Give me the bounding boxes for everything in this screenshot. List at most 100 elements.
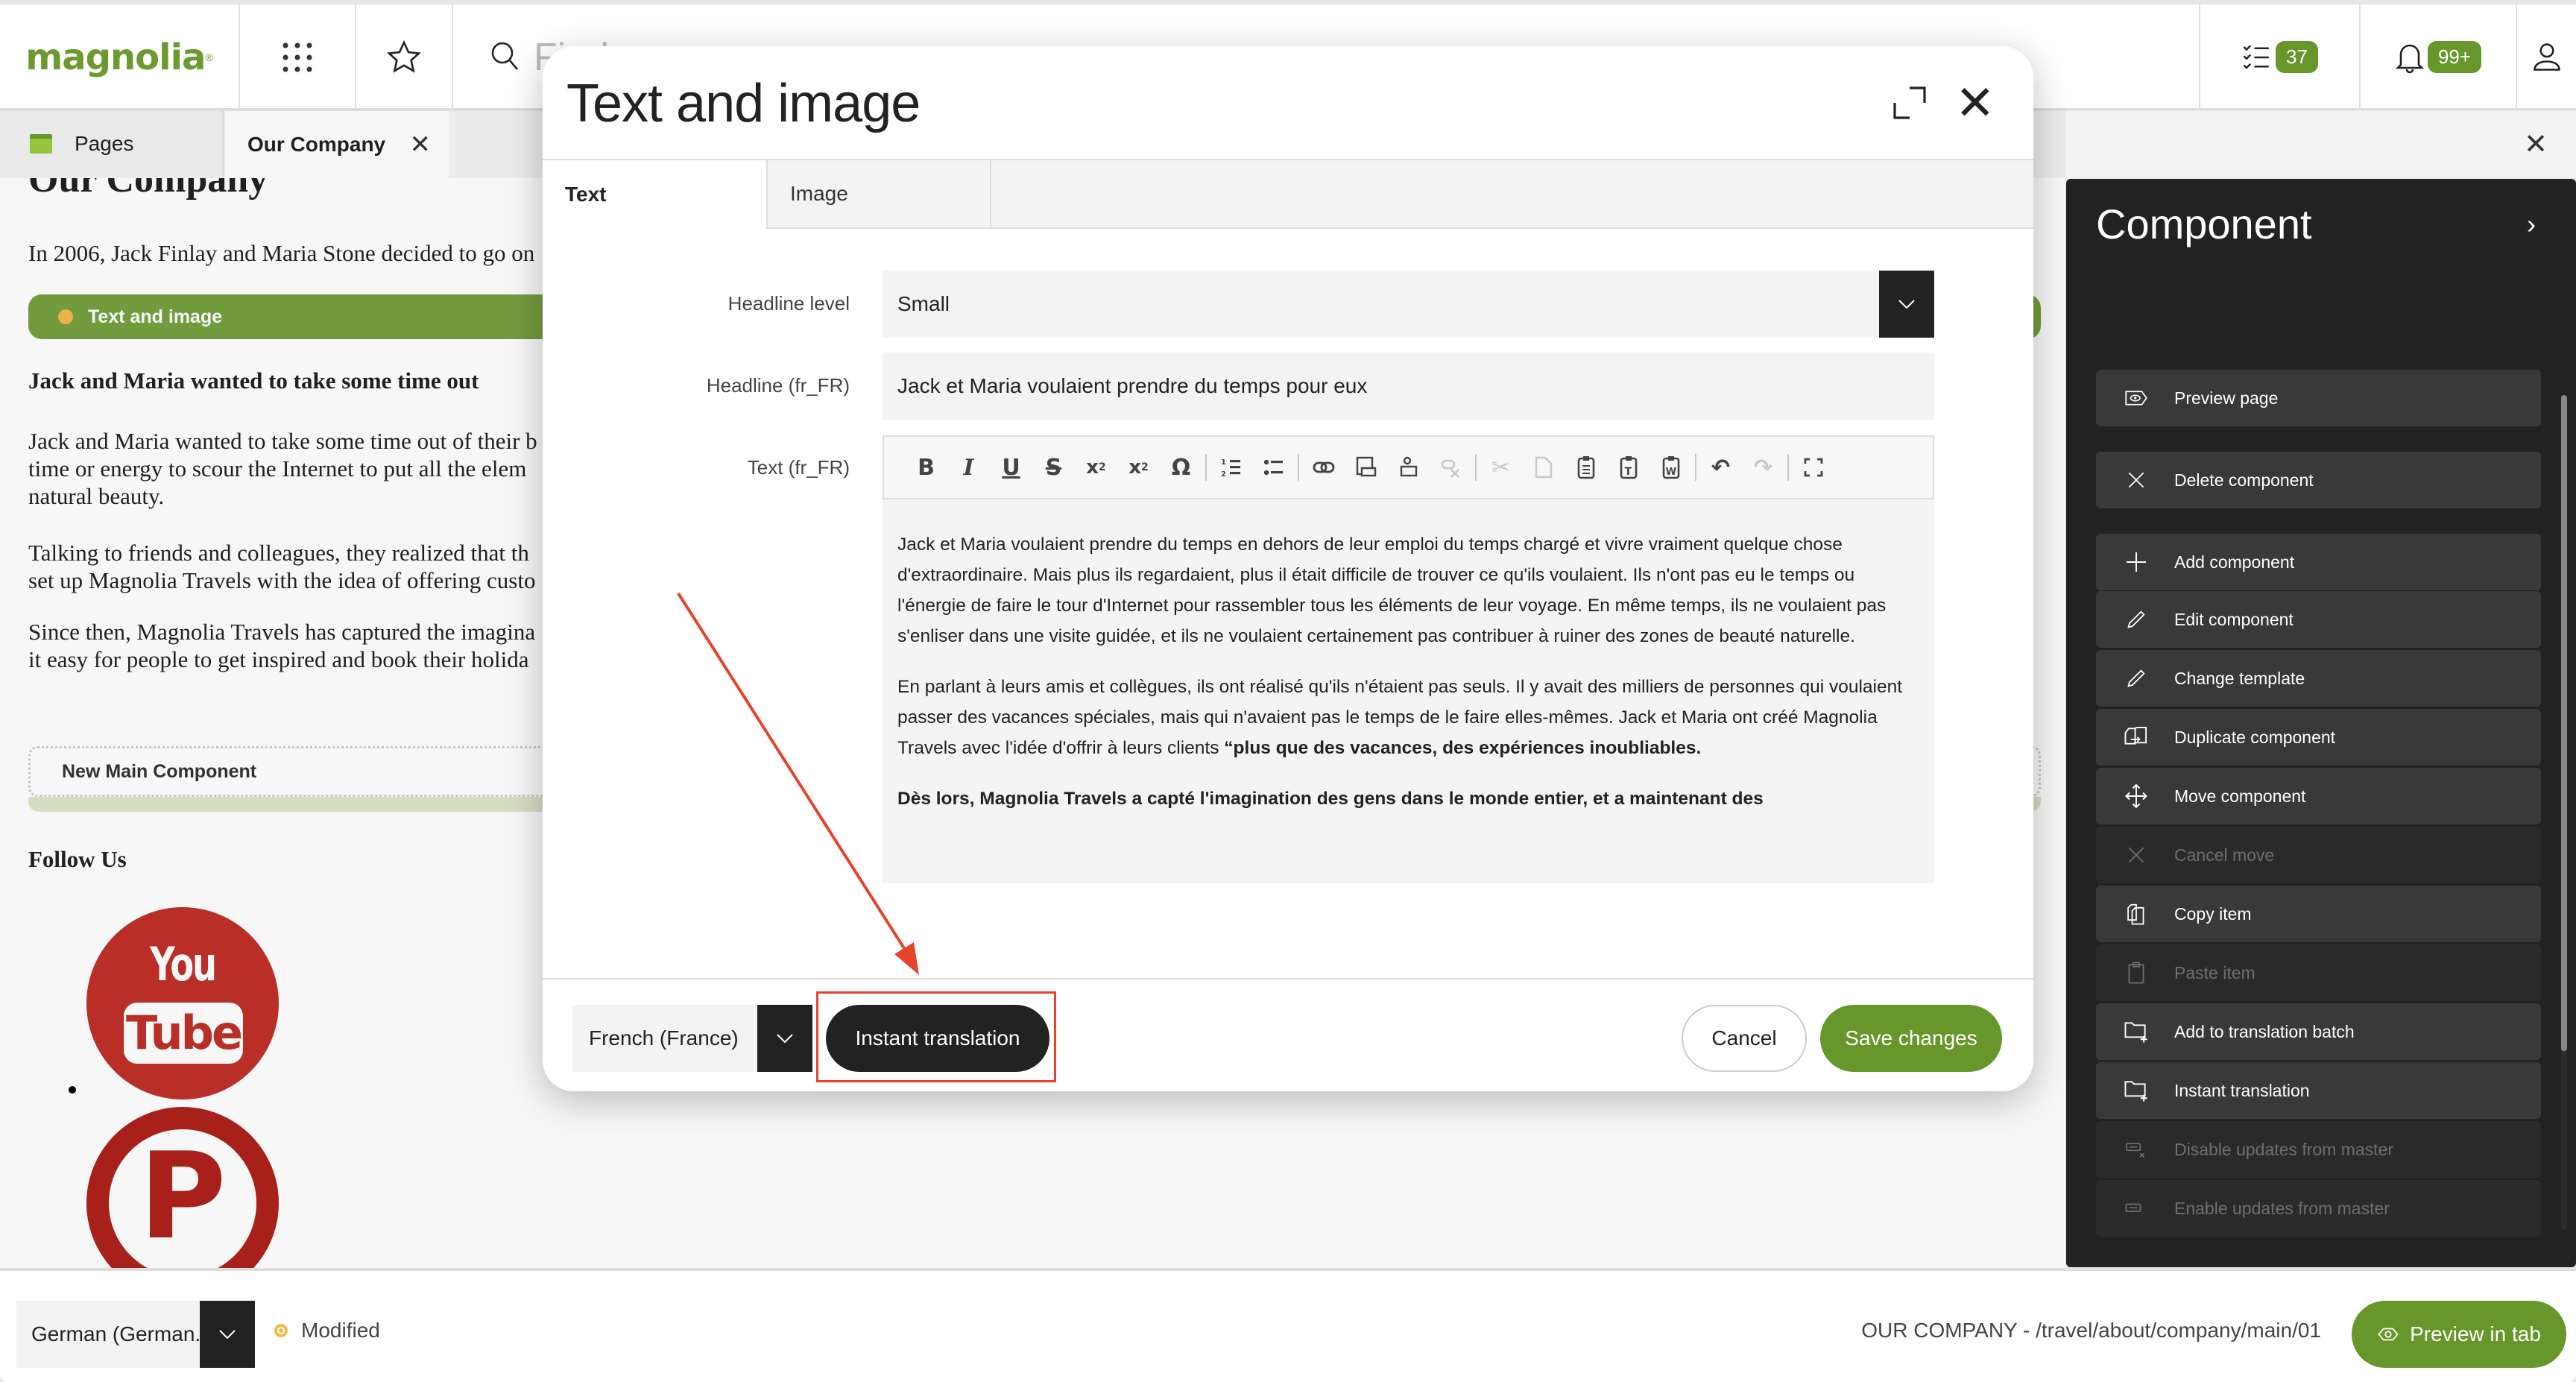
action-label: Disable updates from master — [2174, 1139, 2394, 1159]
tasks-button[interactable]: 37 — [2199, 4, 2361, 110]
bold-icon[interactable]: B — [905, 449, 947, 486]
save-changes-button[interactable]: Save changes — [1820, 1005, 2002, 1072]
magnolia-logo[interactable]: magnolia ® — [0, 4, 240, 110]
action-duplicate-component[interactable]: Duplicate component — [2096, 709, 2541, 766]
rich-text-editor[interactable]: Jack et Maria voulaient prendre du temps… — [883, 499, 1934, 883]
action-change-template[interactable]: Change template — [2096, 650, 2541, 707]
numbered-list-icon[interactable]: 12 — [1210, 449, 1252, 486]
toolbar-separator — [1298, 454, 1299, 481]
cancel-button[interactable]: Cancel — [1682, 1005, 1807, 1072]
preview-icon — [2096, 388, 2171, 408]
user-menu-button[interactable] — [2517, 4, 2576, 110]
folder-plus-icon — [2096, 1079, 2171, 1102]
action-add-component[interactable]: Add component — [2096, 534, 2541, 590]
maximize-icon[interactable] — [1792, 449, 1834, 486]
unlink-icon[interactable] — [1430, 449, 1472, 486]
language-select[interactable]: French (France) — [572, 1005, 812, 1072]
headline-level-select[interactable]: Small — [883, 271, 1934, 338]
action-preview-page[interactable]: Preview page — [2096, 370, 2541, 426]
tasks-count-badge: 37 — [2276, 41, 2318, 73]
tab-image[interactable]: Image — [766, 160, 991, 229]
toolbar-separator — [1695, 454, 1696, 481]
asset-link-icon[interactable] — [1387, 449, 1430, 486]
page-status-label: Modified — [301, 1319, 380, 1342]
tab-text[interactable]: Text — [543, 160, 766, 229]
svg-text:T: T — [1624, 466, 1632, 478]
locale-select[interactable]: German (German... — [16, 1301, 255, 1368]
copy-icon — [2096, 903, 2171, 925]
paste-from-word-icon[interactable]: W — [1650, 449, 1692, 486]
app-launcher-button[interactable] — [240, 4, 356, 110]
action-edit-component[interactable]: Edit component — [2096, 591, 2541, 648]
headline-input[interactable]: Jack et Maria voulaient prendre du temps… — [883, 353, 1934, 420]
strikethrough-icon[interactable]: S — [1032, 449, 1075, 486]
panel-scrollbar[interactable] — [2561, 395, 2567, 1051]
dialog-tabs: Text Image — [543, 159, 2033, 229]
action-label: Copy item — [2174, 903, 2252, 924]
action-instant-translation[interactable]: Instant translation — [2096, 1062, 2541, 1119]
chevron-right-icon[interactable]: › — [2527, 209, 2536, 240]
preview-in-tab-button[interactable]: Preview in tab — [2352, 1301, 2566, 1368]
star-icon — [386, 40, 422, 73]
close-app-icon[interactable]: ✕ — [2524, 127, 2548, 161]
action-label: Add to translation batch — [2174, 1021, 2355, 1041]
tab-text-label: Text — [565, 183, 607, 206]
paste-as-text-icon[interactable]: T — [1607, 449, 1650, 486]
rich-text-toolbar: B I U S x2 x2 Ω 12 ✂ T W ↶ ↷ — [883, 435, 1934, 499]
search-icon — [491, 42, 518, 70]
underline-icon[interactable]: U — [990, 449, 1032, 486]
node-path: OUR COMPANY - /travel/about/company/main… — [1861, 1319, 2321, 1342]
action-label: Enable updates from master — [2174, 1198, 2390, 1218]
pencil-icon — [2096, 669, 2171, 688]
action-add-to-translation-batch[interactable]: Add to translation batch — [2096, 1003, 2541, 1060]
svg-text:2: 2 — [1221, 470, 1226, 478]
superscript-icon[interactable]: x2 — [1117, 449, 1160, 486]
notifications-button[interactable]: 99+ — [2361, 4, 2517, 110]
close-dialog-icon[interactable]: ✕ — [1955, 79, 1995, 127]
internal-link-icon[interactable] — [1345, 449, 1387, 486]
redo-icon[interactable]: ↷ — [1742, 449, 1784, 486]
action-enable-updates-from-master[interactable]: Enable updates from master — [2096, 1180, 2541, 1237]
action-label: Change template — [2174, 668, 2305, 688]
action-label: Cancel move — [2174, 845, 2275, 865]
chevron-down-icon[interactable] — [200, 1301, 255, 1368]
text-label: Text (fr_FR) — [747, 456, 850, 479]
action-paste-item[interactable]: Paste item — [2096, 944, 2541, 1001]
bell-icon — [2395, 44, 2425, 73]
component-action-panel: Component › Preview page Delete component… — [2066, 179, 2576, 1267]
favorites-button[interactable] — [356, 4, 453, 110]
status-bar: German (German... Modified OUR COMPANY -… — [0, 1269, 2576, 1382]
special-character-icon[interactable]: Ω — [1160, 449, 1202, 486]
paste-icon[interactable] — [1565, 449, 1607, 486]
toolbar-separator — [1475, 454, 1477, 481]
language-select-value: French (France) — [589, 1026, 739, 1050]
grid-icon — [282, 42, 312, 72]
action-disable-updates-from-master[interactable]: Disable updates from master — [2096, 1121, 2541, 1178]
chevron-down-icon[interactable] — [757, 1005, 812, 1072]
modified-status-icon — [274, 1324, 288, 1337]
action-label: Instant translation — [2174, 1080, 2310, 1100]
cut-icon[interactable]: ✂ — [1480, 449, 1522, 486]
editor-paragraph: En parlant à leurs amis et collègues, il… — [897, 672, 1919, 763]
copy-icon[interactable] — [1522, 449, 1565, 486]
dialog-footer: French (France) Instant translation Canc… — [543, 978, 2033, 1091]
subscript-icon[interactable]: x2 — [1075, 449, 1117, 486]
action-copy-item[interactable]: Copy item — [2096, 886, 2541, 942]
action-cancel-move[interactable]: Cancel move — [2096, 827, 2541, 883]
chevron-down-icon[interactable] — [1879, 271, 1934, 338]
italic-icon[interactable]: I — [947, 449, 990, 486]
undo-icon[interactable]: ↶ — [1699, 449, 1742, 486]
duplicate-icon — [2096, 726, 2171, 748]
editor-paragraph: Dès lors, Magnolia Travels a capté l'ima… — [897, 783, 1919, 814]
svg-text:W: W — [1665, 467, 1676, 478]
action-move-component[interactable]: Move component — [2096, 768, 2541, 824]
user-icon — [2533, 42, 2560, 71]
svg-text:1: 1 — [1221, 458, 1226, 467]
link-icon[interactable] — [1302, 449, 1345, 486]
bulleted-list-icon[interactable] — [1252, 449, 1295, 486]
action-label: Paste item — [2174, 962, 2255, 982]
action-delete-component[interactable]: Delete component — [2096, 452, 2541, 508]
tab-image-label: Image — [790, 182, 848, 205]
toolbar-separator — [1787, 454, 1789, 481]
expand-icon[interactable] — [1892, 85, 1928, 121]
